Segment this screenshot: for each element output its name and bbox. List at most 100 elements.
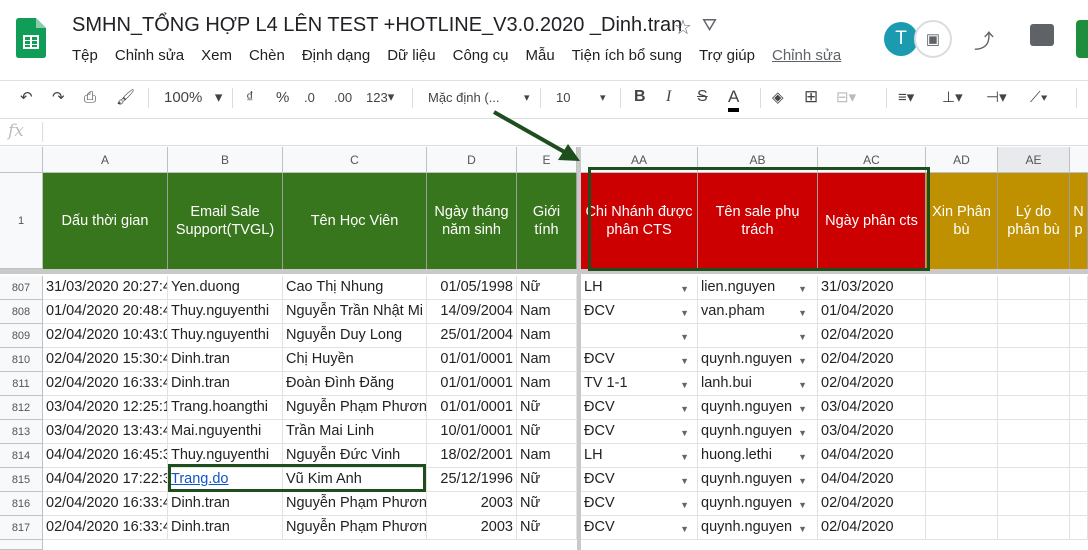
dropdown-arrow-icon[interactable]: ▼ (798, 380, 807, 390)
cell-d[interactable]: 25/01/2004 (427, 324, 517, 348)
currency-button[interactable]: ₫ (246, 86, 254, 108)
cell-b[interactable]: Dinh.tran (168, 492, 283, 516)
column-header-ad[interactable]: AD (926, 147, 998, 173)
cell-a[interactable]: 31/03/2020 20:27:4 (43, 276, 168, 300)
cell-a[interactable]: 02/04/2020 10:43:0 (43, 324, 168, 348)
cell-a[interactable]: 04/04/2020 16:45:3 (43, 444, 168, 468)
cell-ad[interactable] (926, 348, 998, 372)
cell-af[interactable] (1070, 348, 1088, 372)
cell-ac[interactable]: 31/03/2020 (818, 276, 926, 300)
cell-ac[interactable]: 02/04/2020 (818, 516, 926, 540)
cell-ae[interactable] (998, 492, 1070, 516)
header-cell-timestamp[interactable]: Dấu thời gian (43, 173, 168, 269)
dropdown-arrow-icon[interactable]: ▼ (680, 356, 689, 366)
cell-ae[interactable] (998, 300, 1070, 324)
row-header[interactable]: 813 (0, 420, 43, 444)
header-cell-next[interactable]: N p (1070, 173, 1088, 269)
header-cell-birthdate[interactable]: Ngày tháng năm sinh (427, 173, 517, 269)
cell-a[interactable]: 02/04/2020 16:33:4 (43, 516, 168, 540)
cell-d[interactable]: 2003 (427, 492, 517, 516)
cell-c[interactable]: Nguyễn Phạm Phươn (283, 396, 427, 420)
merge-cells-icon[interactable]: ⊟▾ (836, 86, 856, 108)
text-color-button[interactable]: A (728, 86, 740, 112)
paint-format-icon[interactable]: 🖌 (116, 86, 135, 108)
cell-b[interactable]: Yen.duong (168, 276, 283, 300)
cell-e[interactable]: Nữ (517, 492, 577, 516)
row-header[interactable]: 807 (0, 276, 43, 300)
header-cell-student-name[interactable]: Tên Học Viên (283, 173, 427, 269)
column-header-b[interactable]: B (168, 147, 283, 173)
cell-aa[interactable]: ĐCV ▼ (581, 348, 698, 372)
cell-ad[interactable] (926, 516, 998, 540)
cell-ac[interactable]: 04/04/2020 (818, 468, 926, 492)
row-header[interactable]: 815 (0, 468, 43, 492)
cell-a[interactable]: 02/04/2020 16:33:4 (43, 372, 168, 396)
cell-d[interactable]: 01/05/1998 (427, 276, 517, 300)
font-select-arrow-icon[interactable]: ▾ (524, 86, 530, 108)
percent-button[interactable]: % (276, 86, 289, 108)
column-header-a[interactable]: A (43, 147, 168, 173)
cell-ae[interactable] (998, 276, 1070, 300)
user-avatar[interactable]: T (884, 22, 918, 56)
cell-a[interactable]: 04/04/2020 17:22:3 (43, 468, 168, 492)
menu-format[interactable]: Định dạng (302, 47, 370, 67)
cell-ac[interactable]: 02/04/2020 (818, 324, 926, 348)
dropdown-arrow-icon[interactable]: ▼ (798, 428, 807, 438)
redo-icon[interactable]: ↷ (52, 86, 65, 108)
cell-ad[interactable] (926, 444, 998, 468)
cell-ab[interactable]: huong.lethi ▼ (698, 444, 818, 468)
dropdown-arrow-icon[interactable]: ▼ (680, 452, 689, 462)
cell-a[interactable]: 01/04/2020 20:48:4 (43, 300, 168, 324)
cell-ac[interactable]: 03/04/2020 (818, 396, 926, 420)
menu-file[interactable]: Tệp (72, 47, 98, 67)
print-icon[interactable]: ⎙ (84, 86, 96, 108)
undo-icon[interactable]: ↶ (20, 86, 33, 108)
menu-help[interactable]: Trợ giúp (699, 47, 755, 67)
dropdown-arrow-icon[interactable]: ▼ (798, 500, 807, 510)
menu-insert[interactable]: Chèn (249, 47, 285, 67)
cell-ae[interactable] (998, 372, 1070, 396)
header-cell-request-compensation[interactable]: Xin Phân bù (926, 173, 998, 269)
move-to-drive-icon[interactable]: ⛛ (702, 15, 717, 36)
column-header-c[interactable]: C (283, 147, 427, 173)
star-icon[interactable]: ☆ (674, 15, 692, 40)
dropdown-arrow-icon[interactable]: ▼ (680, 284, 689, 294)
cell-aa[interactable]: LH ▼ (581, 276, 698, 300)
bold-button[interactable]: B (634, 86, 646, 108)
cell-c[interactable]: Nguyễn Trần Nhật Mi (283, 300, 427, 324)
cell-b[interactable]: Thuy.nguyenthi (168, 324, 283, 348)
cell-a[interactable]: 02/04/2020 16:33:4 (43, 492, 168, 516)
cell-b[interactable]: Thuy.nguyenthi (168, 300, 283, 324)
cell-ad[interactable] (926, 276, 998, 300)
cell-ad[interactable] (926, 396, 998, 420)
cell-a[interactable]: 03/04/2020 13:43:4 (43, 420, 168, 444)
dropdown-arrow-icon[interactable]: ▼ (680, 380, 689, 390)
cell-aa[interactable]: ĐCV ▼ (581, 300, 698, 324)
dropdown-arrow-icon[interactable]: ▼ (798, 308, 807, 318)
last-edit-link[interactable]: Chỉnh sửa (772, 47, 841, 67)
italic-button[interactable]: I (666, 86, 671, 108)
cell-ab[interactable]: quynh.nguyen ▼ (698, 468, 818, 492)
text-wrap-icon[interactable]: ⊣▾ (986, 86, 1007, 108)
row-header[interactable] (0, 540, 43, 550)
cell-aa[interactable]: LH ▼ (581, 444, 698, 468)
horizontal-align-icon[interactable]: ≡▾ (898, 86, 914, 108)
dropdown-arrow-icon[interactable]: ▼ (680, 308, 689, 318)
fill-color-icon[interactable]: ◈ (772, 86, 784, 108)
cell-ab[interactable]: lanh.bui ▼ (698, 372, 818, 396)
header-cell-gender[interactable]: Giới tính (517, 173, 577, 269)
cell-ab[interactable]: van.pham ▼ (698, 300, 818, 324)
cell-d[interactable]: 25/12/1996 (427, 468, 517, 492)
cell-e[interactable]: Nữ (517, 516, 577, 540)
dropdown-arrow-icon[interactable]: ▼ (680, 332, 689, 342)
cell-ad[interactable] (926, 300, 998, 324)
dropdown-arrow-icon[interactable]: ▼ (680, 500, 689, 510)
cell-a[interactable]: 03/04/2020 12:25:1 (43, 396, 168, 420)
cell-d[interactable]: 10/01/0001 (427, 420, 517, 444)
row-header[interactable]: 810 (0, 348, 43, 372)
cell-ac[interactable]: 02/04/2020 (818, 348, 926, 372)
dropdown-arrow-icon[interactable]: ▼ (798, 404, 807, 414)
more-formats-button[interactable]: 123 ▾ (366, 86, 394, 108)
column-header-ae[interactable]: AE (998, 147, 1070, 173)
cell-ac[interactable]: 04/04/2020 (818, 444, 926, 468)
